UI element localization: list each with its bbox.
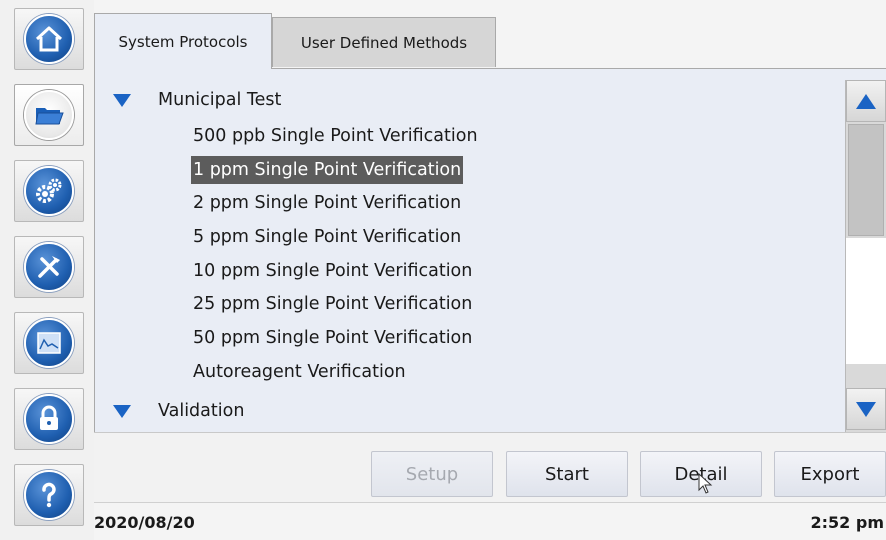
status-date: 2020/08/20 bbox=[94, 513, 195, 532]
tools-icon bbox=[38, 256, 60, 278]
export-button[interactable]: Export bbox=[774, 451, 886, 497]
nav-tools-button[interactable] bbox=[14, 236, 84, 298]
tab-user-defined-methods[interactable]: User Defined Methods bbox=[272, 17, 496, 67]
status-bar: 2020/08/20 2:52 pm bbox=[94, 502, 886, 540]
scroll-up-button[interactable] bbox=[846, 80, 886, 122]
status-time: 2:52 pm bbox=[810, 513, 885, 532]
arrow-up-icon bbox=[856, 93, 876, 109]
arrow-down-icon bbox=[856, 401, 876, 417]
setup-button[interactable]: Setup bbox=[371, 451, 493, 497]
nav-settings-button[interactable] bbox=[14, 160, 84, 222]
list-item[interactable]: Autoreagent Verification bbox=[191, 358, 408, 386]
expand-triangle-icon[interactable] bbox=[113, 404, 131, 418]
list-item[interactable]: 500 ppb Single Point Verification bbox=[191, 122, 480, 150]
nav-home-button[interactable] bbox=[14, 8, 84, 70]
list-item-selected[interactable]: 1 ppm Single Point Verification bbox=[191, 156, 464, 184]
sidebar bbox=[0, 0, 94, 540]
list-item[interactable]: 50 ppm Single Point Verification bbox=[191, 324, 474, 352]
nav-files-button[interactable] bbox=[14, 84, 84, 146]
action-bar: Setup Start Detail Export bbox=[94, 432, 886, 502]
chart-icon bbox=[37, 332, 61, 354]
expand-triangle-icon[interactable] bbox=[113, 93, 131, 107]
nav-help-button[interactable] bbox=[14, 464, 84, 526]
list-item[interactable]: 5 ppm Single Point Verification bbox=[191, 223, 463, 251]
nav-lock-button[interactable] bbox=[14, 388, 84, 450]
scroll-thumb[interactable] bbox=[848, 124, 884, 236]
tree-group-label: Municipal Test bbox=[158, 90, 282, 110]
tree-group-municipal-test[interactable]: Municipal Test bbox=[95, 85, 281, 115]
tree-group-label: Validation bbox=[158, 401, 245, 421]
tab-system-protocols[interactable]: System Protocols bbox=[94, 13, 272, 69]
home-icon bbox=[35, 26, 63, 52]
list-item[interactable]: 2 ppm Single Point Verification bbox=[191, 189, 463, 217]
help-icon bbox=[42, 482, 56, 508]
scroll-track[interactable] bbox=[846, 238, 886, 364]
list-item[interactable]: 10 ppm Single Point Verification bbox=[191, 257, 474, 285]
folder-icon bbox=[35, 108, 64, 125]
protocol-list-panel: Municipal Test 500 ppb Single Point Veri… bbox=[94, 68, 886, 432]
vertical-scrollbar[interactable] bbox=[845, 80, 886, 432]
mouse-cursor-icon bbox=[698, 473, 713, 494]
list-item[interactable]: 25 ppm Single Point Verification bbox=[191, 290, 474, 318]
settings-gears-icon bbox=[36, 178, 62, 203]
lock-icon bbox=[40, 405, 58, 430]
start-button[interactable]: Start bbox=[506, 451, 628, 497]
tree-group-validation[interactable]: Validation bbox=[95, 396, 244, 426]
nav-chart-button[interactable] bbox=[14, 312, 84, 374]
scroll-down-button[interactable] bbox=[846, 388, 886, 430]
